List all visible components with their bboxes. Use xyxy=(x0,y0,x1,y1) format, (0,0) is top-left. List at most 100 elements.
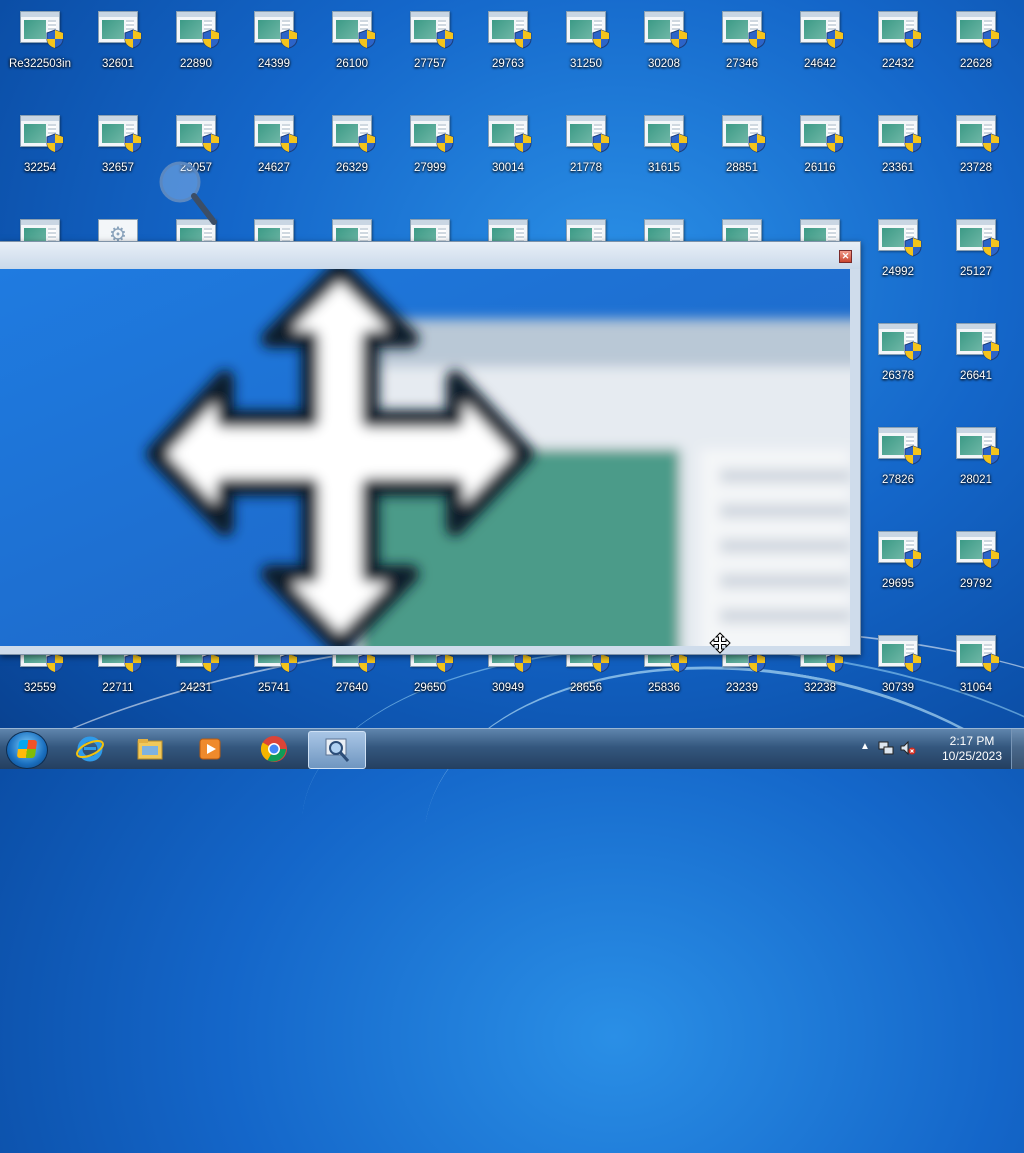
desktop-icon[interactable]: 27999 xyxy=(394,104,466,194)
uac-shield-icon xyxy=(514,29,532,49)
desktop-icon[interactable]: 31064 xyxy=(940,624,1012,714)
desktop-icon[interactable]: 23728 xyxy=(940,104,1012,194)
desktop-icon[interactable] xyxy=(316,208,388,242)
clock-date: 10/25/2023 xyxy=(941,749,1003,763)
desktop-icon[interactable]: 30739 xyxy=(862,624,934,714)
uac-shield-icon xyxy=(436,133,454,153)
uac-shield-icon xyxy=(46,133,64,153)
desktop-icon[interactable] xyxy=(550,208,622,242)
desktop-icon-label: 27826 xyxy=(882,474,914,486)
desktop-icon[interactable] xyxy=(238,208,310,242)
uac-shield-icon xyxy=(358,133,376,153)
uac-shield-icon xyxy=(826,133,844,153)
desktop-icon[interactable] xyxy=(706,208,778,242)
desktop-icon[interactable]: 22432 xyxy=(862,0,934,90)
taskbar-magnifier[interactable] xyxy=(308,731,366,769)
uac-shield-icon xyxy=(904,445,922,465)
uac-shield-icon xyxy=(280,133,298,153)
desktop-icon[interactable]: 24399 xyxy=(238,0,310,90)
taskbar-file-explorer[interactable] xyxy=(122,731,178,767)
desktop-icon-label: 31250 xyxy=(570,58,602,70)
volume-muted-icon[interactable] xyxy=(900,740,916,756)
desktop-icon[interactable]: 24627 xyxy=(238,104,310,194)
desktop-icon[interactable] xyxy=(628,208,700,242)
taskbar-media-player[interactable] xyxy=(182,731,238,767)
desktop-icon[interactable]: ⚙ xyxy=(82,208,154,242)
uac-shield-icon xyxy=(982,237,1000,257)
desktop-icon[interactable]: 24642 xyxy=(784,0,856,90)
desktop-icon[interactable]: 26378 xyxy=(862,312,934,402)
desktop-icon[interactable]: 31615 xyxy=(628,104,700,194)
uac-shield-icon xyxy=(592,29,610,49)
desktop-icon[interactable]: Re322503in xyxy=(4,0,76,90)
desktop-icon[interactable]: 27346 xyxy=(706,0,778,90)
uac-shield-icon xyxy=(904,653,922,673)
taskbar-internet-explorer[interactable] xyxy=(62,731,118,767)
gear-icon: ⚙ xyxy=(109,224,127,242)
uac-shield-icon xyxy=(202,653,220,673)
desktop-icon[interactable]: 27826 xyxy=(862,416,934,506)
uac-shield-icon xyxy=(982,133,1000,153)
show-hidden-icons-arrow[interactable]: ▲ xyxy=(860,741,870,752)
desktop-icon[interactable]: 28021 xyxy=(940,416,1012,506)
desktop-icon[interactable] xyxy=(394,208,466,242)
desktop-icon-label: 26329 xyxy=(336,162,368,174)
uac-shield-icon xyxy=(670,133,688,153)
desktop-icon[interactable]: 32657 xyxy=(82,104,154,194)
desktop-icon-label: 22628 xyxy=(960,58,992,70)
desktop-icon[interactable]: 26116 xyxy=(784,104,856,194)
desktop-icon[interactable]: 29695 xyxy=(862,520,934,610)
program-window-icon xyxy=(332,219,372,242)
clock[interactable]: 2:17 PM 10/25/2023 xyxy=(926,734,1018,764)
desktop-icon-label: 25741 xyxy=(258,682,290,694)
desktop-icon[interactable] xyxy=(472,208,544,242)
desktop-icon-label: 27640 xyxy=(336,682,368,694)
uac-shield-icon xyxy=(202,29,220,49)
desktop-icon[interactable]: 26329 xyxy=(316,104,388,194)
desktop-icon[interactable] xyxy=(784,208,856,242)
uac-shield-icon xyxy=(826,653,844,673)
uac-shield-icon xyxy=(280,653,298,673)
start-button[interactable] xyxy=(6,731,48,769)
uac-shield-icon xyxy=(592,653,610,673)
program-window-icon xyxy=(566,219,606,242)
taskbar-chrome[interactable] xyxy=(246,731,302,767)
desktop-icon[interactable] xyxy=(4,208,76,242)
desktop-icon[interactable]: 32601 xyxy=(82,0,154,90)
desktop-icon[interactable]: 29763 xyxy=(472,0,544,90)
desktop-icon-label: 29695 xyxy=(882,578,914,590)
show-desktop-button[interactable] xyxy=(1011,729,1024,769)
magnifier-title-bar[interactable]: ✕ xyxy=(0,242,860,269)
uac-shield-icon xyxy=(514,133,532,153)
desktop-icon[interactable]: 22628 xyxy=(940,0,1012,90)
desktop-icon[interactable]: 25127 xyxy=(940,208,1012,298)
desktop-icon[interactable]: 28851 xyxy=(706,104,778,194)
uac-shield-icon xyxy=(124,29,142,49)
desktop-icon[interactable]: 26100 xyxy=(316,0,388,90)
desktop-icon-label: 22432 xyxy=(882,58,914,70)
uac-shield-icon xyxy=(826,29,844,49)
desktop-icon[interactable]: 32254 xyxy=(4,104,76,194)
desktop-icon[interactable]: 31250 xyxy=(550,0,622,90)
desktop-icon[interactable]: 30014 xyxy=(472,104,544,194)
magnifier-window[interactable]: ✕ xyxy=(0,241,861,655)
desktop-icon[interactable]: 29792 xyxy=(940,520,1012,610)
uac-shield-icon xyxy=(670,653,688,673)
uac-shield-icon xyxy=(436,29,454,49)
desktop-icon[interactable]: 30208 xyxy=(628,0,700,90)
desktop-icon-label: 23239 xyxy=(726,682,758,694)
desktop-icon[interactable]: 21778 xyxy=(550,104,622,194)
desktop-icon[interactable]: 24992 xyxy=(862,208,934,298)
desktop-icon[interactable]: 27757 xyxy=(394,0,466,90)
desktop-icon[interactable]: 22890 xyxy=(160,0,232,90)
desktop-icon-label: 24231 xyxy=(180,682,212,694)
uac-shield-icon xyxy=(982,653,1000,673)
magnifier-close-button[interactable]: ✕ xyxy=(839,250,852,263)
desktop-icon-label: 32657 xyxy=(102,162,134,174)
desktop-icon[interactable]: 26641 xyxy=(940,312,1012,402)
desktop-icon-label: 28851 xyxy=(726,162,758,174)
desktop-icon[interactable]: 23361 xyxy=(862,104,934,194)
network-icon[interactable] xyxy=(878,740,894,756)
magnifier-app-icon xyxy=(325,738,350,762)
label-prefix: Re xyxy=(8,58,24,70)
